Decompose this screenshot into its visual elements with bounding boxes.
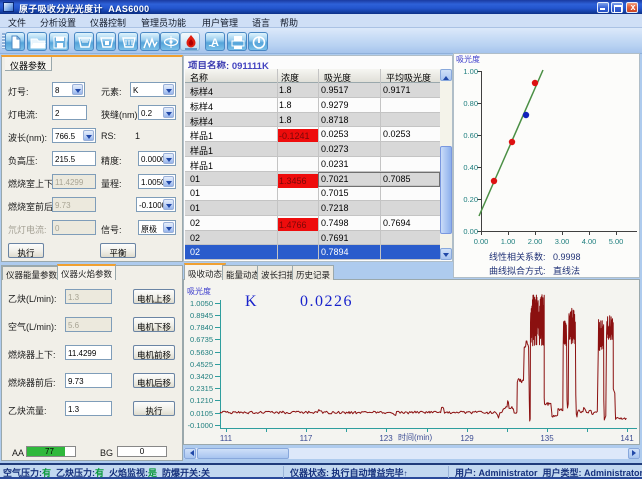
svg-text:-0.1000: -0.1000 — [188, 421, 213, 430]
svg-text:0.3420: 0.3420 — [190, 372, 213, 381]
svg-text:0.7840: 0.7840 — [190, 323, 213, 332]
svg-text:0.0105: 0.0105 — [190, 409, 213, 418]
svg-text:0.8945: 0.8945 — [190, 311, 213, 320]
svg-text:0.5630: 0.5630 — [190, 348, 213, 357]
svg-text:123: 123 — [379, 434, 393, 443]
svg-text:117: 117 — [300, 434, 313, 443]
svg-text:129: 129 — [460, 434, 474, 443]
svg-text:0.4525: 0.4525 — [190, 360, 213, 369]
svg-text:0.6735: 0.6735 — [190, 335, 213, 344]
svg-text:135: 135 — [540, 434, 554, 443]
svg-text:1.0050: 1.0050 — [190, 299, 213, 308]
svg-text:0.2315: 0.2315 — [190, 384, 213, 393]
svg-text:0.1210: 0.1210 — [190, 396, 213, 405]
svg-text:141: 141 — [620, 434, 634, 443]
svg-text:111: 111 — [220, 434, 233, 443]
